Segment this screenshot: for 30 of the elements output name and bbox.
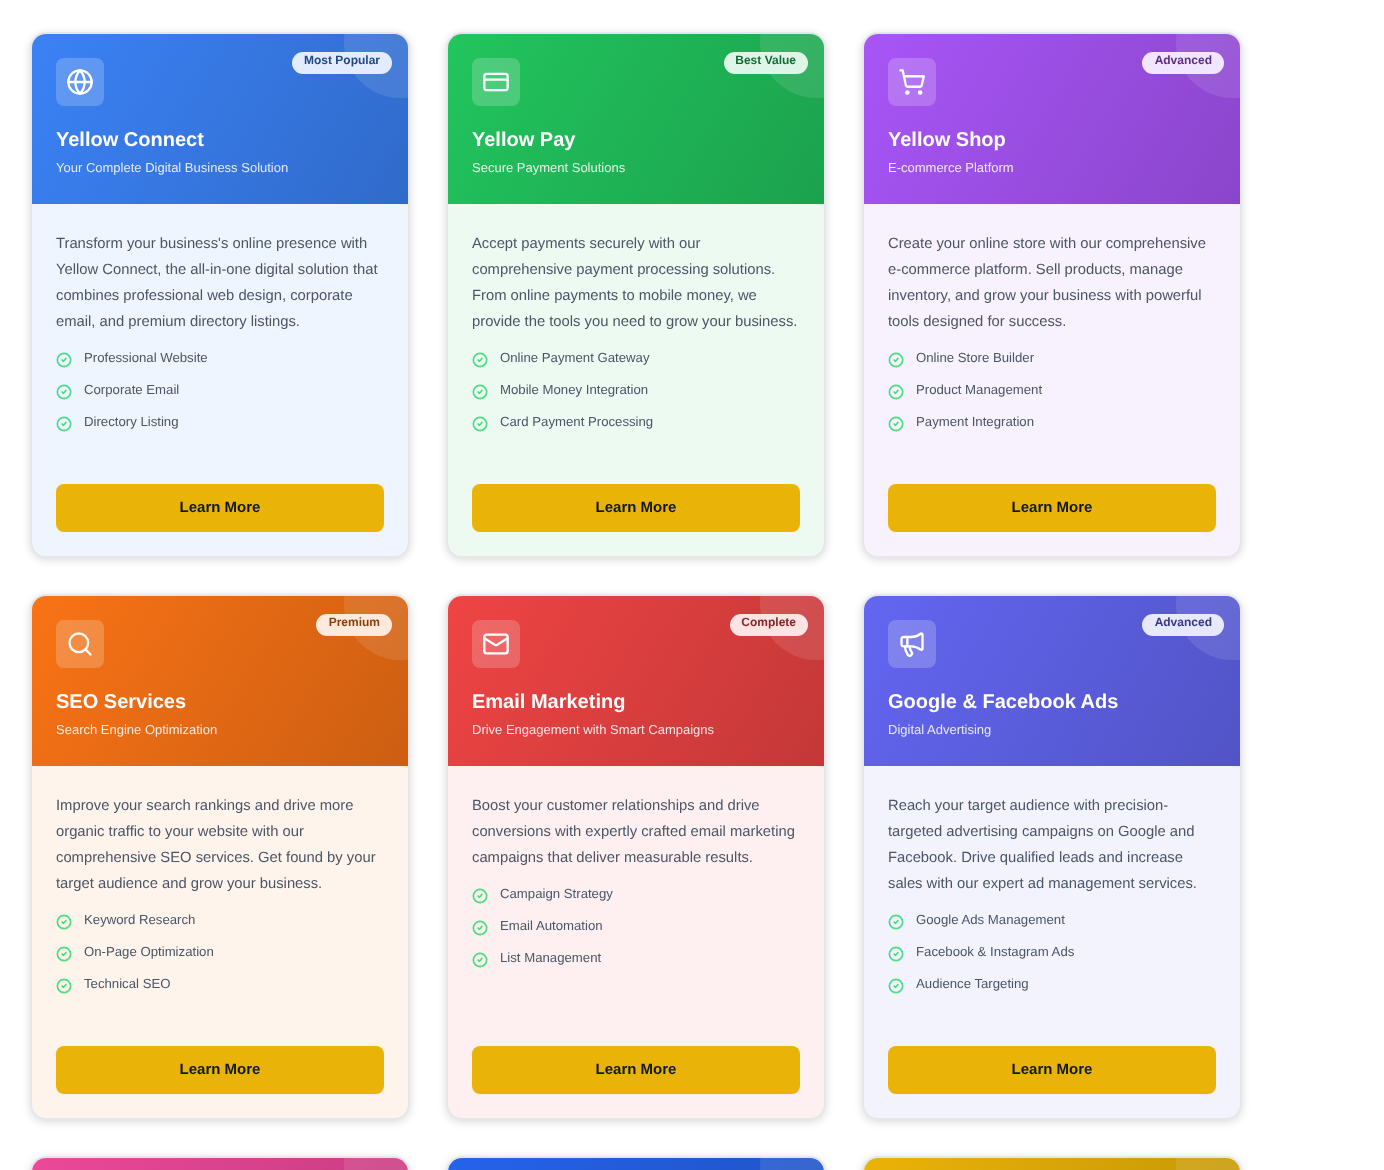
megaphone-icon — [888, 620, 936, 668]
check-icon — [472, 351, 488, 367]
check-icon — [56, 977, 72, 993]
check-icon — [888, 913, 904, 929]
check-icon — [888, 383, 904, 399]
search-icon — [56, 620, 104, 668]
check-icon — [472, 887, 488, 903]
check-icon — [472, 383, 488, 399]
cart-icon — [888, 58, 936, 106]
card-title: Email Marketing — [472, 690, 628, 716]
card-title: Yellow Pay — [472, 128, 578, 154]
globe-icon — [56, 58, 104, 106]
check-icon — [56, 913, 72, 929]
check-icon — [56, 351, 72, 367]
card-title: SEO Services — [56, 690, 189, 716]
check-icon — [888, 415, 904, 431]
card-title: Yellow Shop — [888, 128, 1008, 154]
check-icon — [888, 977, 904, 993]
check-icon — [472, 415, 488, 431]
credit-card-icon — [472, 58, 520, 106]
envelope-icon — [472, 620, 520, 668]
check-icon — [56, 383, 72, 399]
check-icon — [888, 945, 904, 961]
check-icon — [472, 919, 488, 935]
card-title: Google & Facebook Ads — [888, 690, 1121, 716]
check-icon — [888, 351, 904, 367]
check-icon — [56, 945, 72, 961]
card-title: Yellow Connect — [56, 128, 206, 154]
check-icon — [472, 951, 488, 967]
check-icon — [56, 415, 72, 431]
